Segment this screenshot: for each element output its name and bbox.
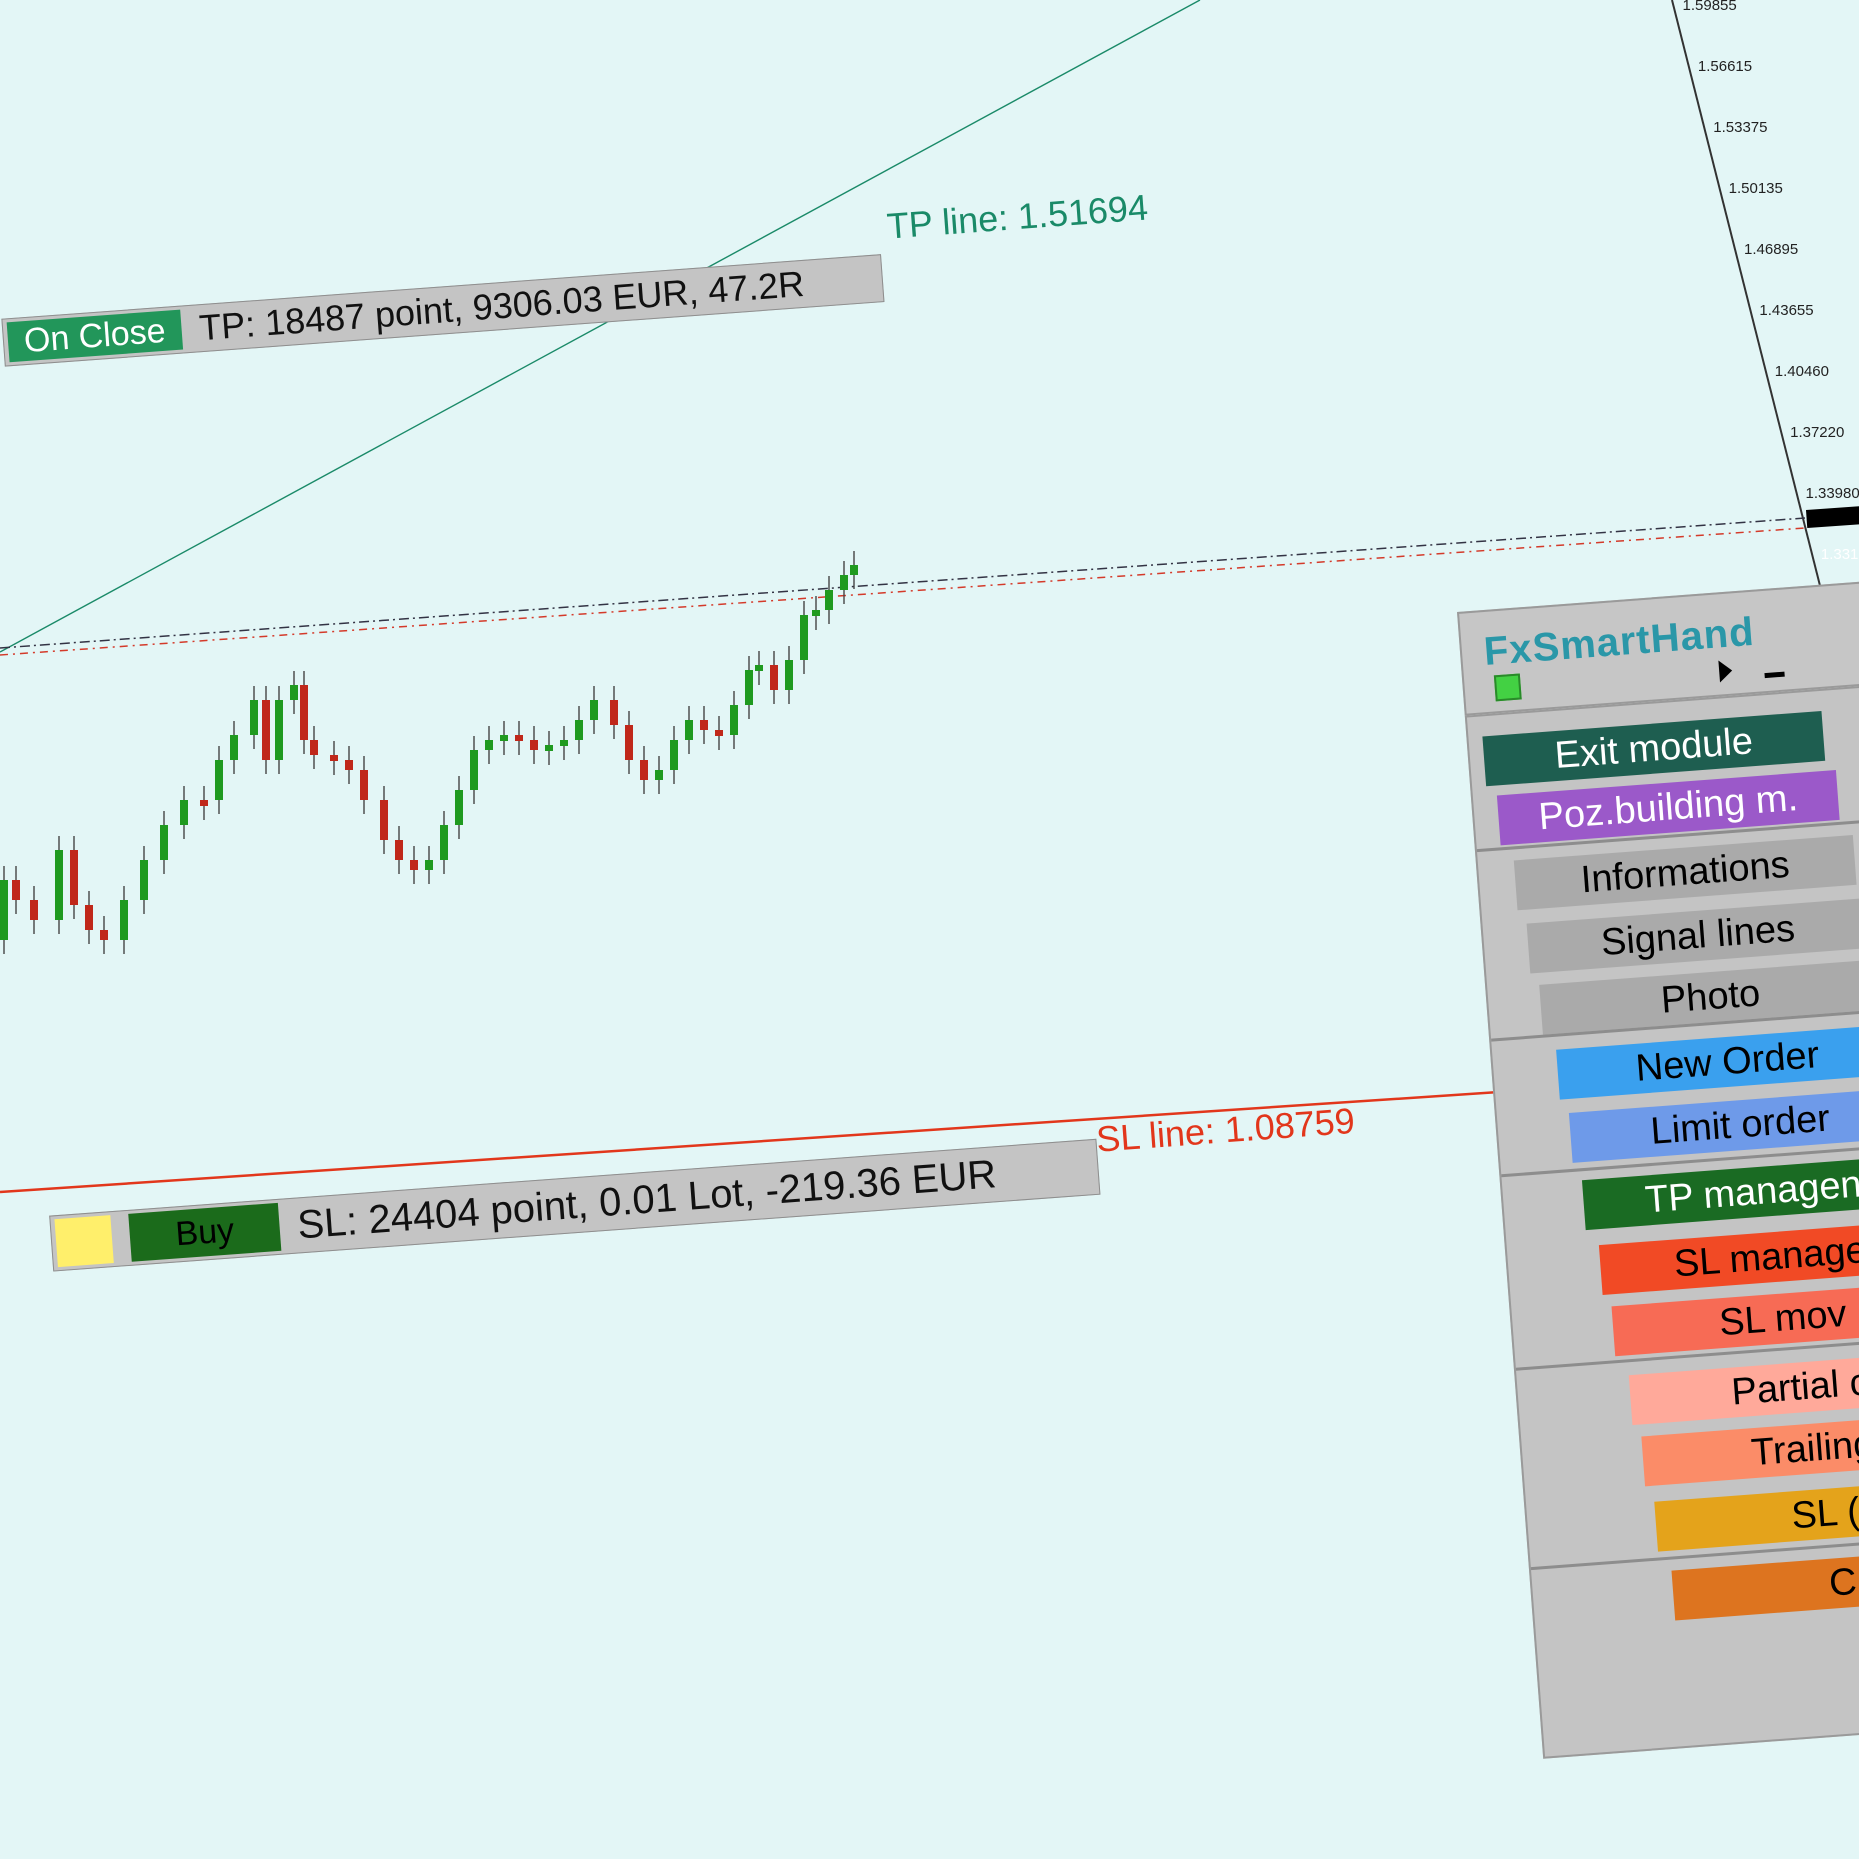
play-icon[interactable] [1718,659,1733,683]
candle-body [0,880,8,940]
panel-button-12[interactable]: SL ( [1654,1476,1859,1552]
panel-button-2[interactable]: Informations [1513,834,1857,911]
yellow-marker[interactable] [54,1215,114,1268]
candle-body [12,880,20,900]
sl-line-label: SL line: 1.08759 [1094,1099,1357,1160]
candle-body [30,900,38,920]
panel-button-5[interactable]: New Order [1556,1024,1859,1100]
panel-button-8[interactable]: SL manage [1598,1219,1859,1296]
tp-info-text: TP: 18487 point, 9306.03 EUR, 47.2R [197,262,806,349]
panel-button-11[interactable]: Trailing [1641,1411,1859,1487]
sl-info-bar[interactable]: Buy SL: 24404 point, 0.01 Lot, -219.36 E… [49,1138,1101,1272]
tp-mode-tag[interactable]: On Close [6,309,183,363]
status-indicator-icon [1493,673,1522,702]
panel-title: FxSmartHand [1482,609,1757,675]
panel-button-3[interactable]: Signal lines [1526,898,1859,974]
panel-button-10[interactable]: Partial c [1628,1349,1859,1426]
tp-line-label: TP line: 1.51694 [885,186,1150,247]
sl-info-text: SL: 24404 point, 0.01 Lot, -219.36 EUR [295,1151,998,1247]
candle-body [55,850,63,920]
buy-tag[interactable]: Buy [128,1202,282,1262]
minimize-icon[interactable] [1764,671,1785,679]
tp-info-bar[interactable]: On Close TP: 18487 point, 9306.03 EUR, 4… [1,254,885,367]
